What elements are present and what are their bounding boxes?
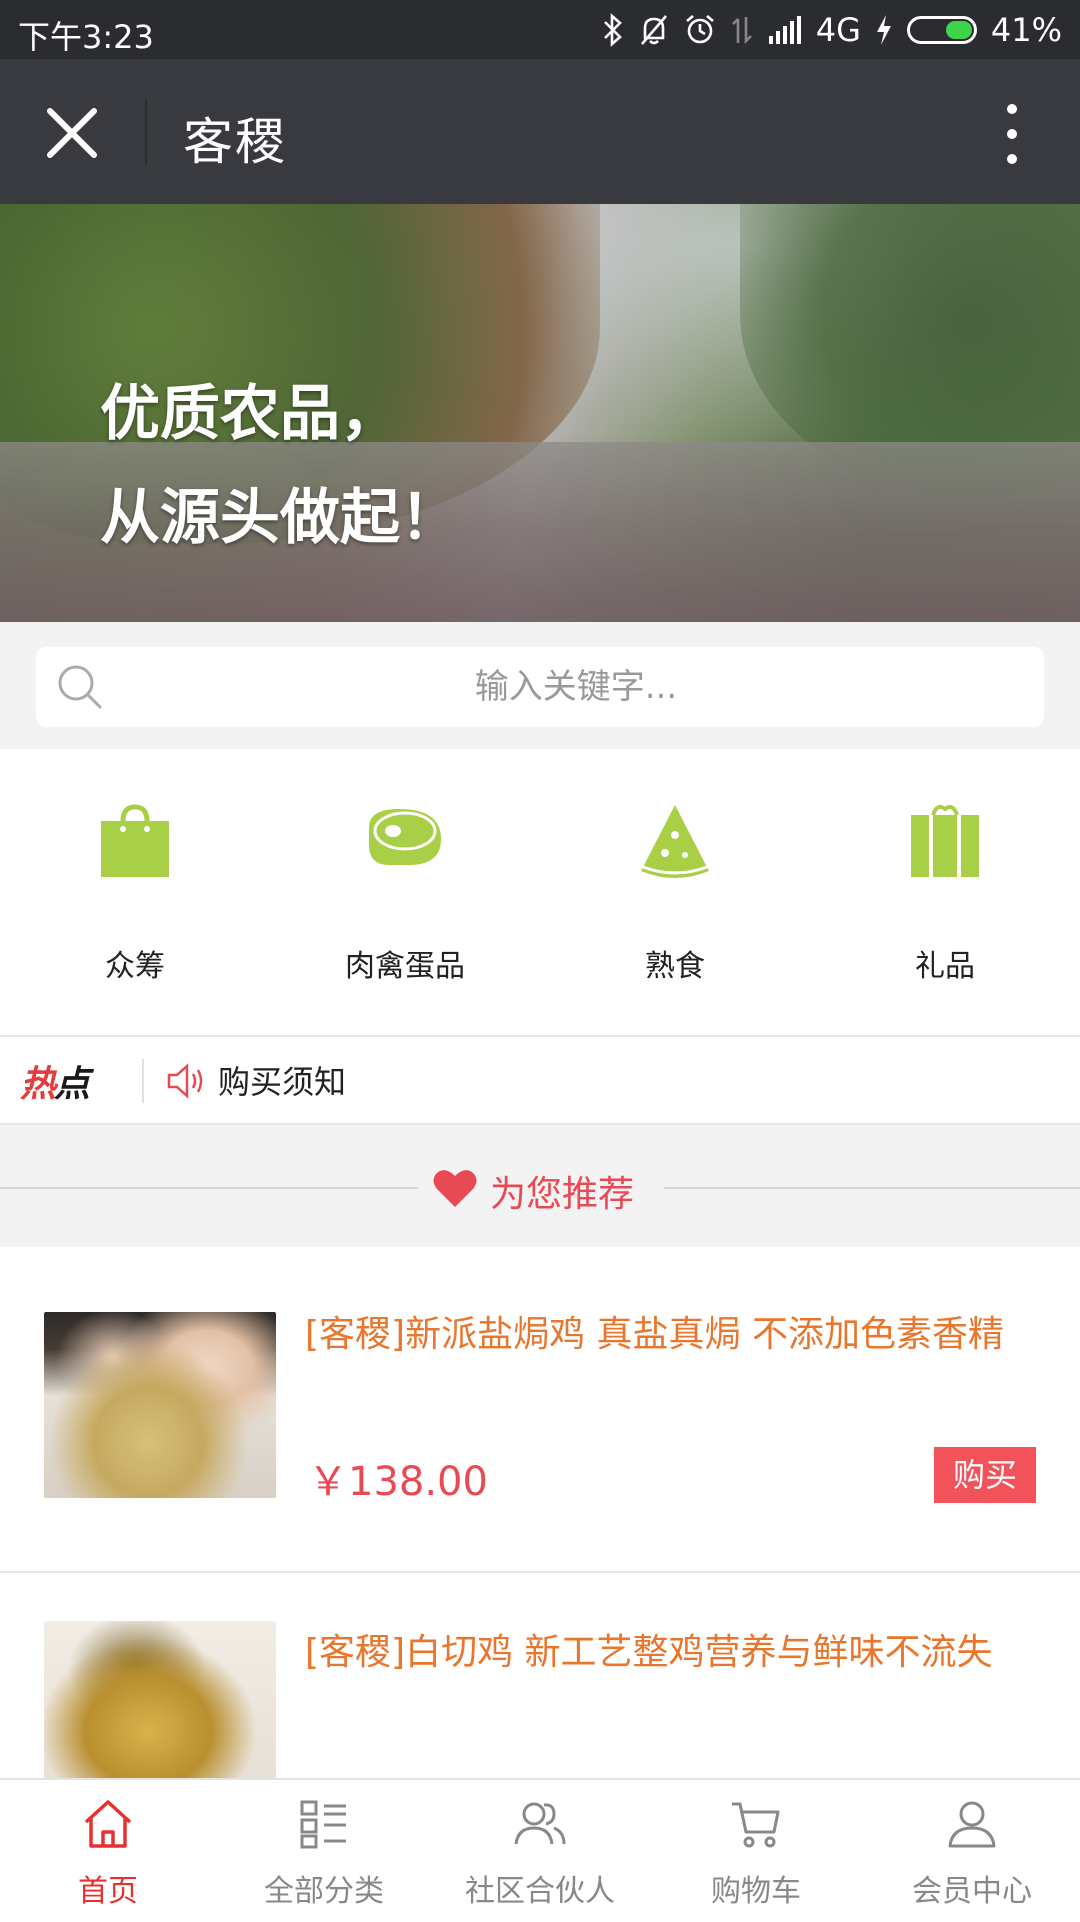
tab-label: 全部分类 — [264, 1874, 384, 1909]
charging-icon — [876, 15, 891, 45]
tab-cart[interactable]: 购物车 — [648, 1780, 864, 1922]
search-box[interactable] — [36, 647, 1044, 727]
network-type: 4G — [815, 11, 861, 49]
status-time: 下午3:23 — [18, 18, 154, 56]
banner-slogan-line1: 优质农品， — [100, 379, 400, 449]
data-transfer-icon — [731, 17, 752, 45]
alarm-icon — [685, 15, 714, 44]
page-title: 客稷 — [183, 113, 287, 171]
battery-percent: 41% — [990, 11, 1062, 49]
product-card[interactable]: [客稷]新派盐焗鸡 真盐真焗 不添加色素香精 ￥138.00 购买 — [0, 1247, 1080, 1573]
divider-line — [0, 1187, 418, 1189]
product-name[interactable]: [客稷]白切鸡 新工艺整鸡营养与鲜味不流失 — [305, 1623, 1025, 1683]
category-gifts[interactable]: 礼品 — [810, 749, 1080, 1035]
category-label: 礼品 — [915, 949, 975, 984]
product-name[interactable]: [客稷]新派盐焗鸡 真盐真焗 不添加色素香精 — [305, 1305, 1025, 1365]
recommend-header: 为您推荐 — [0, 1125, 1080, 1247]
tab-label: 会员中心 — [912, 1874, 1032, 1909]
heart-icon — [433, 1170, 477, 1207]
battery-icon — [906, 16, 977, 44]
category-grid: 众筹 肉禽蛋品 熟食 礼品 — [0, 749, 1080, 1037]
search-input[interactable] — [126, 647, 1026, 727]
category-cooked-food[interactable]: 熟食 — [540, 749, 810, 1035]
category-label: 肉禽蛋品 — [345, 949, 465, 984]
hot-separator — [142, 1059, 144, 1103]
tab-label: 首页 — [78, 1874, 138, 1909]
user-icon — [948, 1801, 996, 1848]
tab-label: 购物车 — [711, 1874, 801, 1909]
banner-slogan-line2: 从源头做起！ — [100, 483, 460, 553]
banner[interactable]: 优质农品， 从源头做起！ — [0, 204, 1080, 622]
tab-all-categories[interactable]: 全部分类 — [216, 1780, 432, 1922]
meat-icon — [369, 809, 441, 865]
signal-icon — [768, 16, 801, 44]
hot-badge-part1: 热 — [20, 1064, 56, 1105]
gift-icon — [911, 805, 979, 877]
cart-icon — [732, 1802, 780, 1848]
product-price: ￥138.00 — [308, 1459, 488, 1505]
partners-icon — [514, 1802, 566, 1845]
category-list-icon — [300, 1800, 346, 1849]
mute-bell-icon — [640, 15, 667, 45]
product-image[interactable] — [44, 1312, 276, 1498]
category-label: 众筹 — [105, 949, 165, 984]
product-card[interactable]: [客稷]白切鸡 新工艺整鸡营养与鲜味不流失 — [0, 1573, 1080, 1778]
search-area — [0, 622, 1080, 749]
hot-badge-part2: 点 — [54, 1064, 90, 1105]
product-image[interactable] — [44, 1621, 276, 1778]
notice-link[interactable]: 购买须知 — [218, 1057, 346, 1103]
pizza-slice-icon — [641, 805, 709, 878]
speaker-icon — [167, 1063, 203, 1099]
hot-badge: 热点 — [20, 1055, 90, 1107]
title-bar: 客稷 — [0, 59, 1080, 204]
tab-home[interactable]: 首页 — [0, 1780, 216, 1922]
divider-line — [664, 1187, 1080, 1189]
tab-community-partners[interactable]: 社区合伙人 — [432, 1780, 648, 1922]
tab-member-center[interactable]: 会员中心 — [864, 1780, 1080, 1922]
banner-slogan: 优质农品， 从源头做起！ — [100, 362, 460, 570]
search-icon — [58, 665, 102, 709]
category-crowdfunding[interactable]: 众筹 — [0, 749, 270, 1035]
shopping-bag-icon — [101, 804, 169, 877]
home-icon — [84, 1800, 132, 1848]
category-label: 熟食 — [645, 949, 705, 984]
buy-button[interactable]: 购买 — [934, 1447, 1036, 1503]
hot-notice-bar: 热点 购买须知 — [0, 1037, 1080, 1125]
bluetooth-icon — [603, 13, 622, 47]
status-bar: 下午3:23 4G 41% — [0, 0, 1080, 59]
title-divider — [145, 99, 147, 165]
close-icon[interactable] — [42, 103, 102, 163]
tab-label: 社区合伙人 — [465, 1874, 615, 1909]
category-meat-poultry-eggs[interactable]: 肉禽蛋品 — [270, 749, 540, 1035]
recommend-title: 为您推荐 — [490, 1174, 635, 1215]
more-options-icon[interactable] — [992, 99, 1032, 169]
bottom-tab-bar: 首页 全部分类 社区合伙人 购物车 会员中心 — [0, 1778, 1080, 1922]
